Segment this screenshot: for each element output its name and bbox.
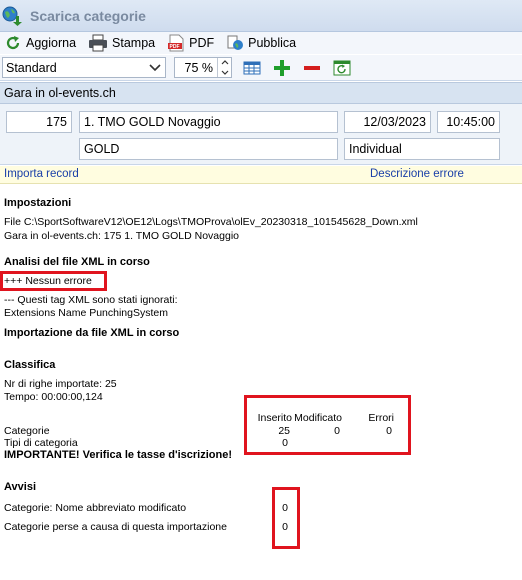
publish-icon [226, 34, 244, 52]
event-type-field[interactable]: Individual [344, 138, 500, 160]
warnings-heading: Avvisi [4, 481, 37, 493]
pdf-button[interactable]: PDF PDF [163, 32, 214, 54]
group-header: Gara in ol-events.ch [0, 82, 522, 104]
highlight-box [272, 487, 300, 549]
view-toolbar: Standard 75 % [0, 55, 522, 81]
highlight-box [0, 271, 107, 291]
group-header-label: Gara in ol-events.ch [4, 86, 116, 100]
zoom-stepper[interactable]: 75 % [174, 57, 232, 78]
rows-imported-line: Nr di righe importate: 25 [4, 378, 117, 390]
zoom-value: 75 % [184, 60, 214, 75]
printer-icon [88, 34, 108, 52]
plus-icon[interactable] [273, 59, 291, 77]
refresh-button[interactable]: Aggiorna [0, 32, 76, 54]
refresh-icon [4, 34, 22, 52]
settings-heading: Impostazioni [4, 197, 72, 209]
highlight-box [244, 395, 411, 455]
event-form: 175 1. TMO GOLD Novaggio 12/03/2023 10:4… [0, 104, 522, 165]
zoom-down-icon[interactable] [218, 68, 231, 78]
window-title: Scarica categorie [30, 7, 146, 24]
print-button[interactable]: Stampa [84, 32, 155, 54]
title-bar: Scarica categorie [0, 0, 522, 32]
pdf-label: PDF [189, 36, 215, 50]
event-name-field[interactable]: 1. TMO GOLD Novaggio [79, 111, 338, 133]
refresh-label: Aggiorna [26, 36, 77, 50]
warning-short-name-label: Categorie: Nome abbreviato modificato [4, 502, 187, 514]
ignored-tags-line: --- Questi tag XML sono stati ignorati: [4, 294, 178, 306]
event-number-field[interactable]: 175 [6, 111, 72, 133]
import-heading: Importazione da file XML in corso [4, 327, 180, 339]
warning-lost-categories-label: Categorie perse a causa di questa import… [4, 521, 227, 533]
chevron-down-icon[interactable] [145, 58, 165, 77]
refresh-table-icon[interactable] [333, 59, 351, 77]
ignored-tags-list: Extensions Name PunchingSystem [4, 307, 168, 319]
report-strip: Importa record Descrizione errore [0, 166, 522, 184]
event-date-field[interactable]: 12/03/2023 [344, 111, 431, 133]
event-line: Gara in ol-events.ch: 175 1. TMO GOLD No… [4, 230, 239, 242]
category-types-row-label: Tipi di categoria [4, 437, 78, 449]
globe-download-icon [2, 6, 22, 26]
layout-select[interactable]: Standard [2, 57, 166, 78]
time-line: Tempo: 00:00:00,124 [4, 391, 103, 403]
classifica-heading: Classifica [4, 359, 56, 371]
important-notice: IMPORTANTE! Verifica le tasse d'iscrizio… [4, 449, 232, 461]
import-record-link[interactable]: Importa record [4, 168, 79, 180]
minus-icon[interactable] [303, 59, 321, 77]
event-time-field[interactable]: 10:45:00 [437, 111, 500, 133]
publish-label: Pubblica [248, 36, 297, 50]
svg-text:PDF: PDF [170, 44, 180, 50]
main-toolbar: Aggiorna Stampa PDF PDF Pubblica [0, 32, 522, 54]
error-description-link[interactable]: Descrizione errore [370, 168, 464, 180]
event-level-field[interactable]: GOLD [79, 138, 338, 160]
import-report: Impostazioni File C:\SportSoftwareV12\OE… [0, 185, 522, 580]
pdf-icon: PDF [167, 34, 185, 52]
print-label: Stampa [112, 36, 156, 50]
categories-row-label: Categorie [4, 425, 50, 437]
file-path-line: File C:\SportSoftwareV12\OE12\Logs\TMOPr… [4, 216, 418, 228]
zoom-up-icon[interactable] [218, 58, 231, 68]
layout-select-value: Standard [6, 60, 57, 75]
publish-button[interactable]: Pubblica [222, 32, 296, 54]
xml-analysis-heading: Analisi del file XML in corso [4, 256, 150, 268]
grid-icon[interactable] [243, 59, 261, 77]
